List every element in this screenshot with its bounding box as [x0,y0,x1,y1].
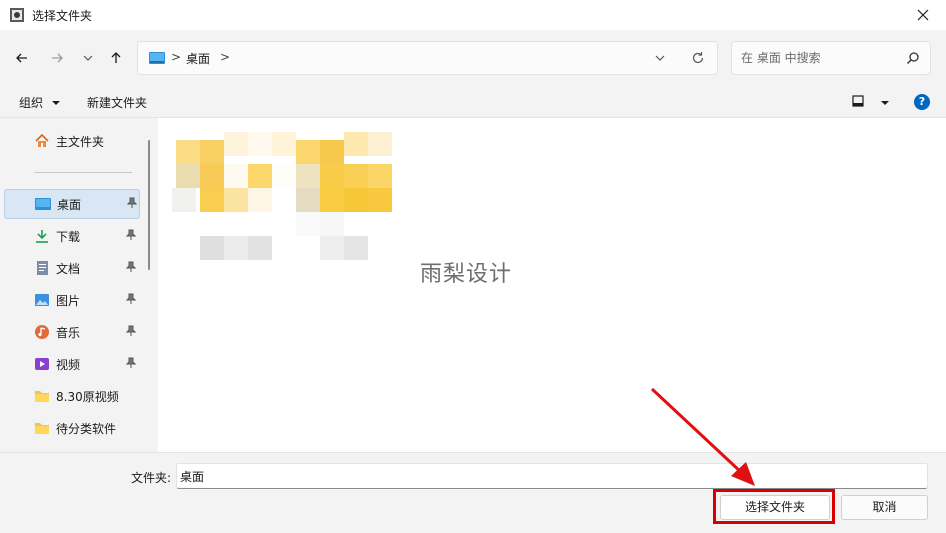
sidebar-item-label: 音乐 [56,325,81,340]
sidebar-item-home[interactable]: 主文件夹 [4,126,140,156]
sidebar-item-label: 8.30原视频 [56,389,119,404]
app-icon [9,7,25,23]
search-input[interactable] [741,49,901,67]
select-folder-button[interactable]: 选择文件夹 [720,495,830,520]
organize-button[interactable]: 组织 [19,94,61,111]
pin-icon[interactable] [125,357,137,372]
pictures-icon [34,292,50,308]
pin-icon[interactable] [125,325,137,340]
arrow-right-icon [52,53,63,63]
pin-icon[interactable] [125,229,137,244]
breadcrumb-separator[interactable]: > [220,50,230,64]
sidebar-item-label: 主文件夹 [56,134,105,149]
recent-locations-button[interactable] [76,46,100,70]
navigation-bar: > 桌面 > [0,30,946,86]
sidebar-item-folder-830[interactable]: 8.30原视频 [4,381,140,411]
sidebar-item-folder-uncategorized[interactable]: 待分类软件 [4,413,140,443]
dialog-footer: 文件夹: 选择文件夹 取消 [0,452,946,533]
caret-down-icon [880,101,889,105]
sidebar-divider [34,172,132,173]
music-icon [34,324,50,340]
desktop-icon [149,52,165,64]
document-icon [34,260,50,276]
sidebar-item-videos[interactable]: 视频 [4,349,140,379]
close-icon [917,9,929,21]
desktop-icon [35,196,51,212]
command-bar: 组织 新建文件夹 ? [0,86,946,118]
sidebar-item-documents[interactable]: 文档 [4,253,140,283]
view-options-button[interactable] [852,95,890,110]
pin-icon[interactable] [125,261,137,276]
file-list[interactable]: 雨梨设计 [158,118,946,452]
folder-field-label: 文件夹: [131,471,172,485]
sidebar-item-label: 桌面 [57,197,82,212]
help-button[interactable]: ? [914,94,930,110]
address-dropdown-button[interactable] [654,52,666,67]
download-icon [34,228,50,244]
new-folder-button[interactable]: 新建文件夹 [87,94,147,111]
breadcrumb-desktop[interactable]: 桌面 [186,50,210,67]
sidebar-item-downloads[interactable]: 下载 [4,221,140,251]
refresh-button[interactable] [690,50,706,69]
close-button[interactable] [914,6,932,24]
watermark-text: 雨梨设计 [420,262,513,287]
folder-icon [34,420,50,436]
sidebar-item-label: 文档 [56,261,81,276]
address-bar[interactable]: > 桌面 > [137,41,718,75]
folder-icon [34,388,50,404]
forward-button[interactable] [45,46,69,70]
view-icon [852,95,864,107]
caret-down-icon [51,101,60,105]
navigation-pane: 主文件夹 桌面 下载 文档 图片 音乐 视频 8.30原视频 待分类软件 [0,118,158,452]
search-icon[interactable] [906,51,920,68]
arrow-up-icon [111,52,121,63]
sidebar-item-pictures[interactable]: 图片 [4,285,140,315]
back-button[interactable] [10,46,34,70]
breadcrumb-separator[interactable]: > [171,50,181,64]
sidebar-item-label: 图片 [56,293,81,308]
organize-label: 组织 [19,96,44,110]
arrow-left-icon [16,53,27,63]
sidebar-item-label: 视频 [56,357,81,372]
sidebar-item-label: 下载 [56,229,81,244]
search-box[interactable] [731,41,931,75]
pin-icon[interactable] [125,293,137,308]
video-icon [34,356,50,372]
window-title: 选择文件夹 [32,8,93,23]
chevron-down-icon [655,55,665,61]
sidebar-item-music[interactable]: 音乐 [4,317,140,347]
pin-icon[interactable] [126,197,138,212]
refresh-icon [692,52,704,64]
cancel-button[interactable]: 取消 [841,495,928,520]
title-bar: 选择文件夹 [0,0,946,30]
sidebar-scrollbar[interactable] [148,140,150,270]
sidebar-item-desktop[interactable]: 桌面 [4,189,140,219]
folder-name-input[interactable] [176,463,928,489]
up-button[interactable] [104,46,128,70]
chevron-down-icon [83,55,93,61]
sidebar-item-label: 待分类软件 [56,421,117,436]
home-icon [34,133,50,149]
